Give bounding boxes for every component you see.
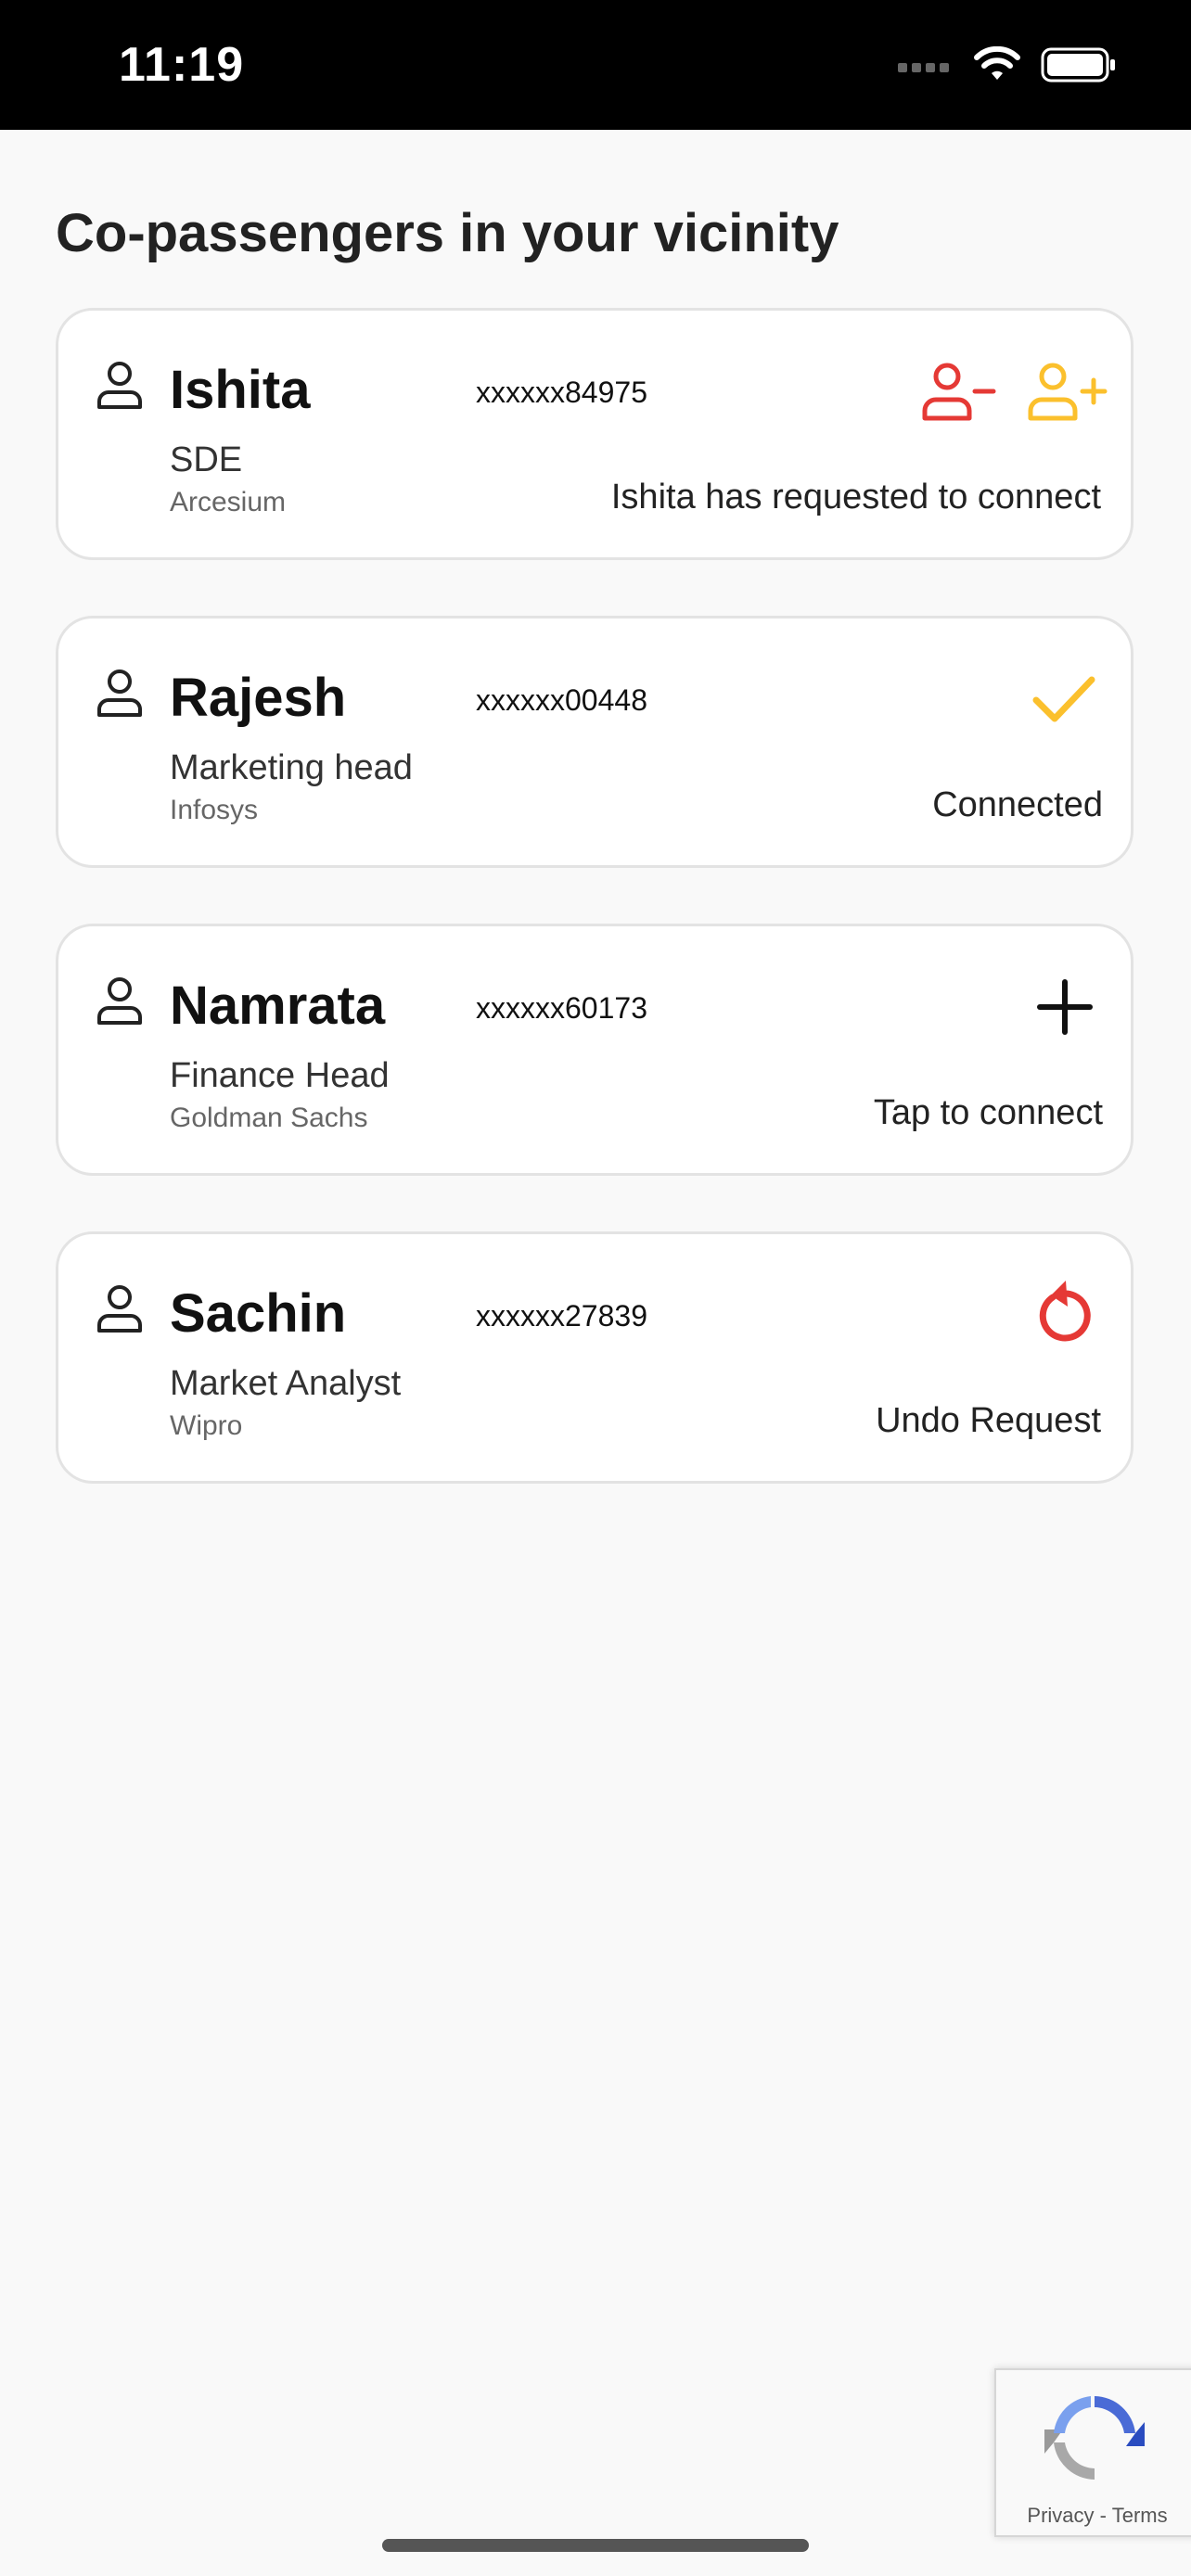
passenger-card[interactable]: Rajesh xxxxxx00448 Marketing head Infosy… xyxy=(56,616,1133,868)
reject-user-icon[interactable] xyxy=(919,361,997,422)
passenger-company: Arcesium xyxy=(170,487,287,517)
status-bar: 11:19 xyxy=(0,0,1191,130)
passenger-company: Wipro xyxy=(170,1410,243,1441)
signal-icon xyxy=(898,63,949,72)
passenger-card[interactable]: Ishita xxxxxx84975 SDE Arcesium Ishita h… xyxy=(56,308,1133,560)
connection-status[interactable]: Undo Request xyxy=(876,1401,1101,1441)
passenger-phone: xxxxxx27839 xyxy=(476,1299,647,1333)
passenger-name: Ishita xyxy=(170,360,311,420)
recaptcha-badge[interactable]: Privacy - Terms xyxy=(994,2368,1191,2537)
person-icon xyxy=(97,977,142,1025)
passenger-company: Goldman Sachs xyxy=(170,1103,368,1133)
recaptcha-icon xyxy=(1044,2396,1145,2480)
passenger-name: Rajesh xyxy=(170,668,347,728)
status-icons xyxy=(898,46,1117,83)
passenger-role: Finance Head xyxy=(170,1056,390,1095)
connection-status[interactable]: Tap to connect xyxy=(874,1093,1103,1133)
person-icon xyxy=(97,362,142,409)
recaptcha-links: Privacy - Terms xyxy=(996,2504,1191,2528)
person-icon xyxy=(97,670,142,717)
passenger-card[interactable]: Sachin xxxxxx27839 Market Analyst Wipro … xyxy=(56,1231,1133,1484)
terms-link[interactable]: Terms xyxy=(1112,2504,1168,2527)
passenger-phone: xxxxxx84975 xyxy=(476,376,647,409)
battery-icon xyxy=(1041,47,1115,83)
passenger-company: Infosys xyxy=(170,795,259,825)
passenger-role: SDE xyxy=(170,440,243,479)
connection-status: Ishita has requested to connect xyxy=(610,478,1101,516)
passenger-name: Namrata xyxy=(170,976,386,1036)
connection-status: Connected xyxy=(932,785,1103,824)
undo-icon[interactable] xyxy=(1032,1277,1097,1347)
person-icon xyxy=(97,1285,142,1333)
checkmark-icon xyxy=(1032,676,1095,722)
wifi-icon xyxy=(974,46,1020,80)
home-indicator[interactable] xyxy=(382,2539,809,2552)
passenger-phone: xxxxxx60173 xyxy=(476,991,647,1025)
privacy-link[interactable]: Privacy xyxy=(1027,2504,1094,2527)
plus-icon[interactable] xyxy=(1036,978,1094,1036)
recaptcha-separator: - xyxy=(1099,2504,1107,2527)
passenger-phone: xxxxxx00448 xyxy=(476,683,647,717)
passenger-name: Sachin xyxy=(170,1283,347,1344)
accept-user-icon[interactable] xyxy=(1025,361,1108,422)
passenger-list: Ishita xxxxxx84975 SDE Arcesium Ishita h… xyxy=(56,308,1133,1539)
page-title: Co-passengers in your vicinity xyxy=(56,203,839,263)
passenger-role: Market Analyst xyxy=(170,1364,402,1403)
status-time: 11:19 xyxy=(119,38,245,92)
passenger-role: Marketing head xyxy=(170,748,413,787)
passenger-card[interactable]: Namrata xxxxxx60173 Finance Head Goldman… xyxy=(56,924,1133,1176)
